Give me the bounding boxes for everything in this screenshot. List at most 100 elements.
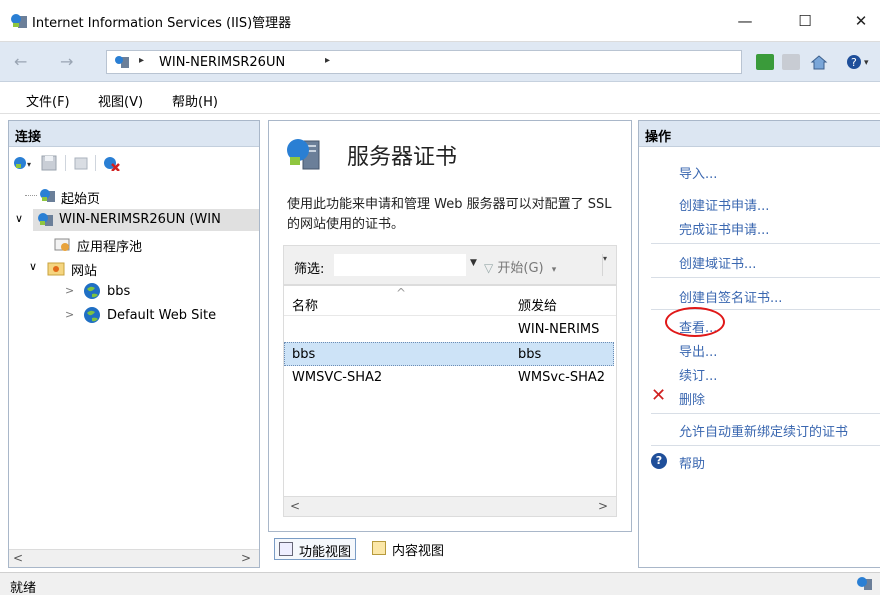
column-name[interactable]: 名称	[292, 295, 318, 314]
tree-item-label: WIN-NERIMSR26UN (WIN	[59, 212, 221, 227]
sort-icon: ^	[396, 286, 407, 300]
action-import[interactable]: 导入...	[679, 163, 717, 182]
tab-label: 功能视图	[299, 545, 352, 560]
tree-item-label: 网站	[71, 264, 98, 279]
connections-toolbar: ▾	[9, 149, 259, 177]
list-header: 名称 ^ 颁发给	[284, 286, 616, 316]
stop-icon[interactable]	[782, 54, 800, 70]
filter-dropdown-icon[interactable]: ▼	[470, 258, 477, 268]
list-scrollbar[interactable]: < >	[284, 496, 616, 516]
home-icon[interactable]	[810, 54, 828, 70]
refresh-icon[interactable]	[756, 54, 774, 70]
tree-item-label: bbs	[107, 284, 131, 299]
connections-scrollbar[interactable]: < >	[9, 549, 259, 567]
svg-text:▾: ▾	[864, 58, 869, 68]
globe-icon[interactable]: ▾	[13, 155, 35, 175]
action-export[interactable]: 导出...	[679, 341, 717, 360]
delete-icon[interactable]	[103, 155, 121, 175]
scroll-right-icon[interactable]: >	[598, 499, 608, 513]
divider	[651, 277, 880, 278]
go-button[interactable]: ▽ 开始(G) ▾	[484, 257, 556, 276]
menu-file[interactable]: 文件(F)	[26, 91, 70, 110]
chevron-right-icon[interactable]: >	[65, 308, 74, 321]
tree-item-app-pools[interactable]: 应用程序池	[49, 233, 259, 255]
toolbar-overflow-icon[interactable]: ▾	[602, 254, 612, 276]
menu-help[interactable]: 帮助(H)	[172, 91, 218, 110]
tab-features-view[interactable]: 功能视图	[274, 538, 357, 560]
globe-icon	[83, 282, 101, 304]
action-renew[interactable]: 续订...	[679, 365, 717, 384]
breadcrumb-server[interactable]: WIN-NERIMSR26UN	[159, 55, 285, 70]
action-create-selfsigned-cert[interactable]: 创建自签名证书...	[679, 287, 782, 306]
cert-issued-to: bbs	[518, 347, 542, 362]
tree-item-sites[interactable]: ∨ 网站	[29, 257, 259, 281]
globe-icon	[83, 306, 101, 328]
certificates-list: 名称 ^ 颁发给 WIN-NERIMS bbs bbs WMSVC-SHA2 W…	[283, 285, 617, 517]
annotation-highlight	[665, 307, 725, 337]
breadcrumb-separator[interactable]: ▸	[325, 55, 330, 66]
action-delete[interactable]: 删除	[679, 389, 705, 408]
breadcrumb[interactable]: ▸ WIN-NERIMSR26UN ▸	[106, 50, 742, 74]
menu-view[interactable]: 视图(V)	[98, 91, 143, 110]
main-panel: 服务器证书 使用此功能来申请和管理 Web 服务器可以对配置了 SSL 的网站使…	[268, 120, 632, 532]
tree-item-default-site[interactable]: > Default Web Site	[65, 305, 259, 327]
connections-panel: 连接 ▾ 起始页 ∨ WIN-NERIMSR26UN (WIN 应用程序池 ∨ …	[8, 120, 260, 568]
iis-server-icon	[10, 13, 28, 33]
iis-server-icon	[113, 55, 131, 73]
connections-title: 连接	[9, 121, 259, 147]
minimize-button[interactable]: —	[730, 10, 760, 32]
start-page-icon	[39, 188, 57, 208]
tree-connector	[25, 195, 37, 196]
column-issued-to[interactable]: 颁发给	[518, 295, 557, 314]
scroll-right-icon[interactable]: >	[241, 551, 251, 565]
features-view-icon	[279, 542, 293, 556]
divider	[651, 413, 880, 414]
content-view-icon	[372, 541, 386, 555]
tree-item-start-page[interactable]: 起始页	[9, 185, 259, 207]
action-help[interactable]: 帮助	[679, 453, 705, 472]
certificate-icon	[285, 137, 325, 177]
app-pool-icon	[53, 235, 71, 257]
toolbar-divider	[65, 155, 66, 171]
status-bar: 就绪	[0, 572, 880, 595]
page-description: 使用此功能来申请和管理 Web 服务器可以对配置了 SSL 的网站使用的证书。	[287, 197, 612, 232]
iis-server-icon	[37, 212, 55, 232]
save-icon[interactable]	[41, 155, 57, 175]
chevron-down-icon[interactable]: ∨	[15, 212, 23, 225]
tree-item-site-bbs[interactable]: > bbs	[65, 281, 259, 303]
folder-icon	[47, 259, 65, 281]
table-row[interactable]: WIN-NERIMS	[284, 318, 614, 342]
cert-name: bbs	[292, 347, 316, 362]
view-tabs: 功能视图 内容视图	[268, 536, 632, 562]
window-title: Internet Information Services (IIS)管理器	[32, 16, 292, 31]
delete-icon: ✕	[651, 385, 667, 406]
forward-icon[interactable]: →	[60, 52, 73, 71]
action-create-domain-cert[interactable]: 创建域证书...	[679, 253, 756, 272]
table-row[interactable]: bbs bbs	[284, 342, 614, 366]
close-button[interactable]: ✕	[846, 10, 876, 32]
tree-item-server[interactable]: ∨ WIN-NERIMSR26UN (WIN	[15, 209, 259, 232]
toolbar-divider	[95, 155, 96, 171]
help-icon[interactable]: ? ▾	[846, 54, 869, 70]
help-icon: ?	[651, 453, 667, 469]
status-text: 就绪	[10, 581, 37, 595]
page-title: 服务器证书	[347, 145, 458, 170]
divider	[651, 445, 880, 446]
action-auto-rebind[interactable]: 允许自动重新绑定续订的证书	[679, 421, 848, 440]
table-row[interactable]: WMSVC-SHA2 WMSvc-SHA2	[284, 366, 614, 390]
connect-icon[interactable]	[73, 155, 89, 175]
filter-input[interactable]	[334, 254, 466, 276]
tab-content-view[interactable]: 内容视图	[368, 538, 448, 560]
chevron-right-icon[interactable]: >	[65, 284, 74, 297]
scroll-left-icon[interactable]: <	[290, 499, 300, 513]
back-icon[interactable]: ←	[14, 52, 27, 71]
divider	[651, 243, 880, 244]
address-bar: ← → ▸ WIN-NERIMSR26UN ▸ ? ▾	[0, 42, 880, 82]
action-create-request[interactable]: 创建证书申请...	[679, 195, 769, 214]
action-complete-request[interactable]: 完成证书申请...	[679, 219, 769, 238]
breadcrumb-separator: ▸	[139, 55, 145, 66]
maximize-button[interactable]: ☐	[790, 10, 820, 32]
cert-name: WMSVC-SHA2	[292, 370, 383, 385]
chevron-down-icon[interactable]: ∨	[29, 260, 37, 273]
scroll-left-icon[interactable]: <	[13, 551, 23, 565]
